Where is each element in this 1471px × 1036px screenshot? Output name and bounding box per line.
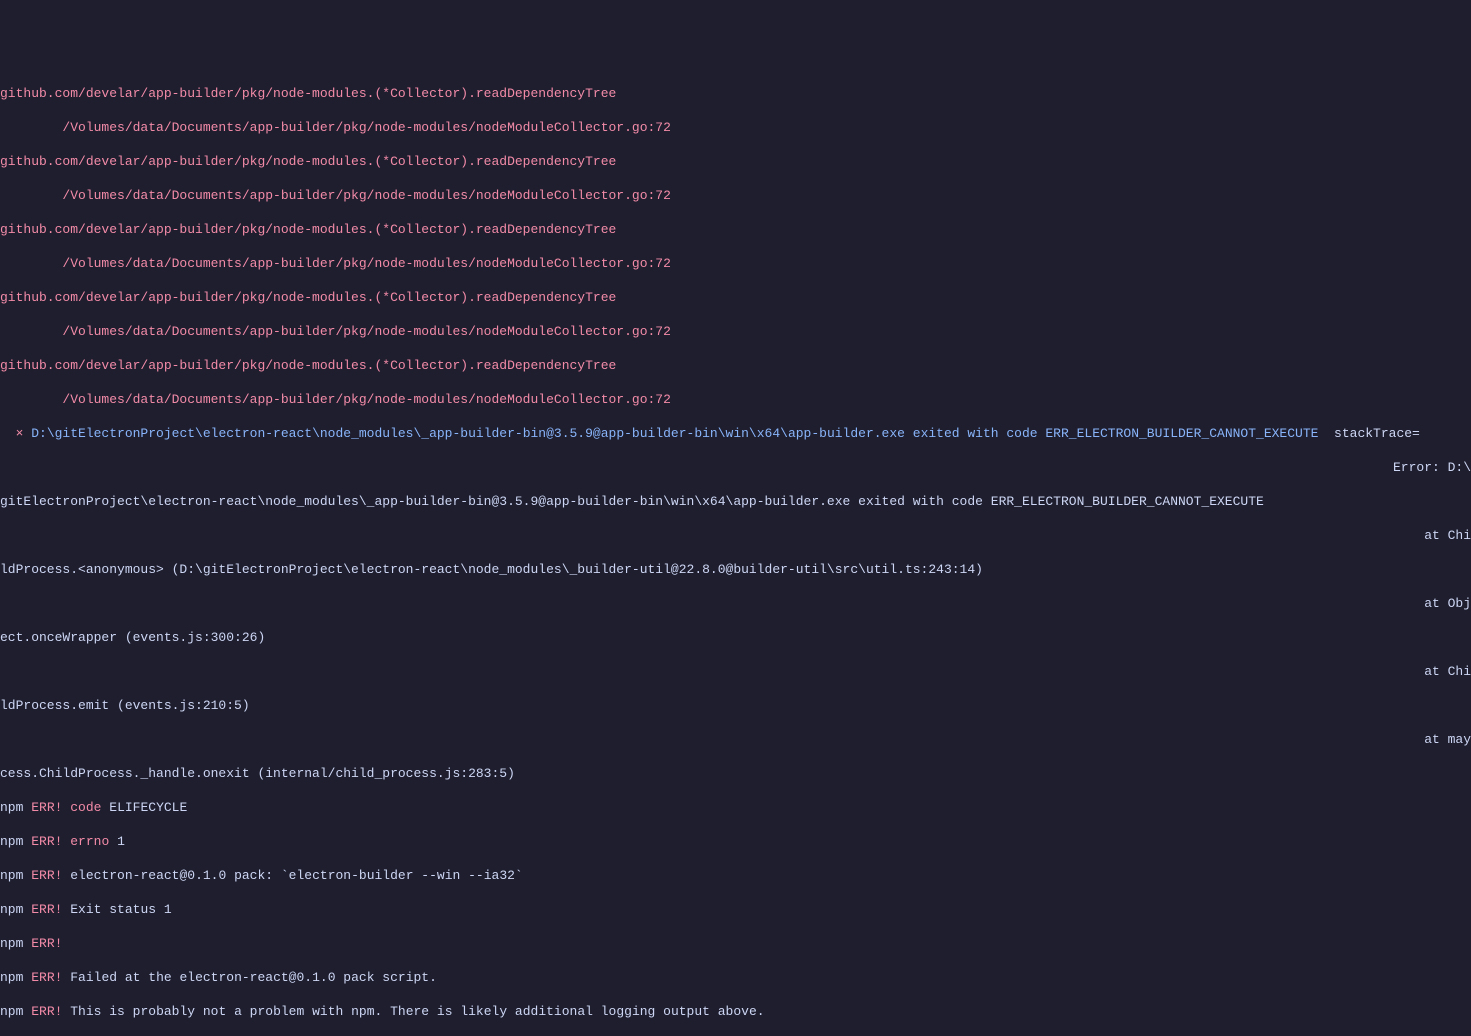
- npm-err-blank: npm ERR!: [0, 935, 1471, 952]
- npm-err-code: npm ERR! code ELIFECYCLE: [0, 799, 1471, 816]
- err-msg: Exit status 1: [70, 902, 171, 917]
- stack-path: /Volumes/data/Documents/app-builder/pkg/…: [0, 119, 1471, 136]
- at-line-4: at may: [0, 731, 1471, 748]
- stack-fn: github.com/develar/app-builder/pkg/node-…: [0, 289, 1471, 306]
- err-msg: electron-react@0.1.0 pack: `electron-bui…: [70, 868, 522, 883]
- stack-fn: github.com/develar/app-builder/pkg/node-…: [0, 357, 1471, 374]
- at-line-2: at Obj: [0, 595, 1471, 612]
- at-chi: at Chi: [1424, 527, 1471, 544]
- npm-err-probably: npm ERR! This is probably not a problem …: [0, 1003, 1471, 1020]
- npm-label: npm: [0, 902, 23, 917]
- wrap-line-3: ect.onceWrapper (events.js:300:26): [0, 629, 1471, 646]
- builder-exit-msg: D:\gitElectronProject\electron-react\nod…: [31, 426, 1318, 441]
- err-label: ERR!: [31, 1004, 62, 1019]
- err-label: ERR!: [31, 834, 62, 849]
- at-obj: at Obj: [1424, 595, 1471, 612]
- err-label: ERR!: [31, 970, 62, 985]
- wrap-line-4: ldProcess.emit (events.js:210:5): [0, 697, 1471, 714]
- err-val: 1: [109, 834, 125, 849]
- error-label-line: Error: D:\: [0, 459, 1471, 476]
- error-label: Error: D:\: [1393, 459, 1471, 476]
- terminal-output: github.com/develar/app-builder/pkg/node-…: [0, 68, 1471, 1036]
- stack-path: /Volumes/data/Documents/app-builder/pkg/…: [0, 255, 1471, 272]
- error-x-icon: ×: [0, 426, 31, 441]
- err-key: errno: [70, 834, 109, 849]
- wrap-line-1: gitElectronProject\electron-react\node_m…: [0, 493, 1471, 510]
- at-may: at may: [1424, 731, 1471, 748]
- err-label: ERR!: [31, 800, 62, 815]
- err-key: code: [70, 800, 101, 815]
- err-label: ERR!: [31, 936, 62, 951]
- err-val: ELIFECYCLE: [101, 800, 187, 815]
- wrap-line-5: cess.ChildProcess._handle.onexit (intern…: [0, 765, 1471, 782]
- npm-label: npm: [0, 1004, 23, 1019]
- npm-err-errno: npm ERR! errno 1: [0, 833, 1471, 850]
- npm-label: npm: [0, 936, 23, 951]
- err-label: ERR!: [31, 902, 62, 917]
- err-msg: This is probably not a problem with npm.…: [70, 1004, 764, 1019]
- wrap-line-2: ldProcess.<anonymous> (D:\gitElectronPro…: [0, 561, 1471, 578]
- stack-fn: github.com/develar/app-builder/pkg/node-…: [0, 85, 1471, 102]
- err-msg: Failed at the electron-react@0.1.0 pack …: [70, 970, 437, 985]
- stack-fn: github.com/develar/app-builder/pkg/node-…: [0, 153, 1471, 170]
- npm-label: npm: [0, 868, 23, 883]
- npm-label: npm: [0, 800, 23, 815]
- npm-err-pack: npm ERR! electron-react@0.1.0 pack: `ele…: [0, 867, 1471, 884]
- stack-path: /Volumes/data/Documents/app-builder/pkg/…: [0, 187, 1471, 204]
- npm-err-exit: npm ERR! Exit status 1: [0, 901, 1471, 918]
- stacktrace-label: stackTrace=: [1318, 426, 1419, 441]
- stack-path: /Volumes/data/Documents/app-builder/pkg/…: [0, 323, 1471, 340]
- at-line-1: at Chi: [0, 527, 1471, 544]
- err-label: ERR!: [31, 868, 62, 883]
- stack-path: /Volumes/data/Documents/app-builder/pkg/…: [0, 391, 1471, 408]
- npm-label: npm: [0, 970, 23, 985]
- at-chi: at Chi: [1424, 663, 1471, 680]
- npm-label: npm: [0, 834, 23, 849]
- stack-fn: github.com/develar/app-builder/pkg/node-…: [0, 221, 1471, 238]
- npm-err-failed: npm ERR! Failed at the electron-react@0.…: [0, 969, 1471, 986]
- builder-error-line: × D:\gitElectronProject\electron-react\n…: [0, 425, 1471, 442]
- at-line-3: at Chi: [0, 663, 1471, 680]
